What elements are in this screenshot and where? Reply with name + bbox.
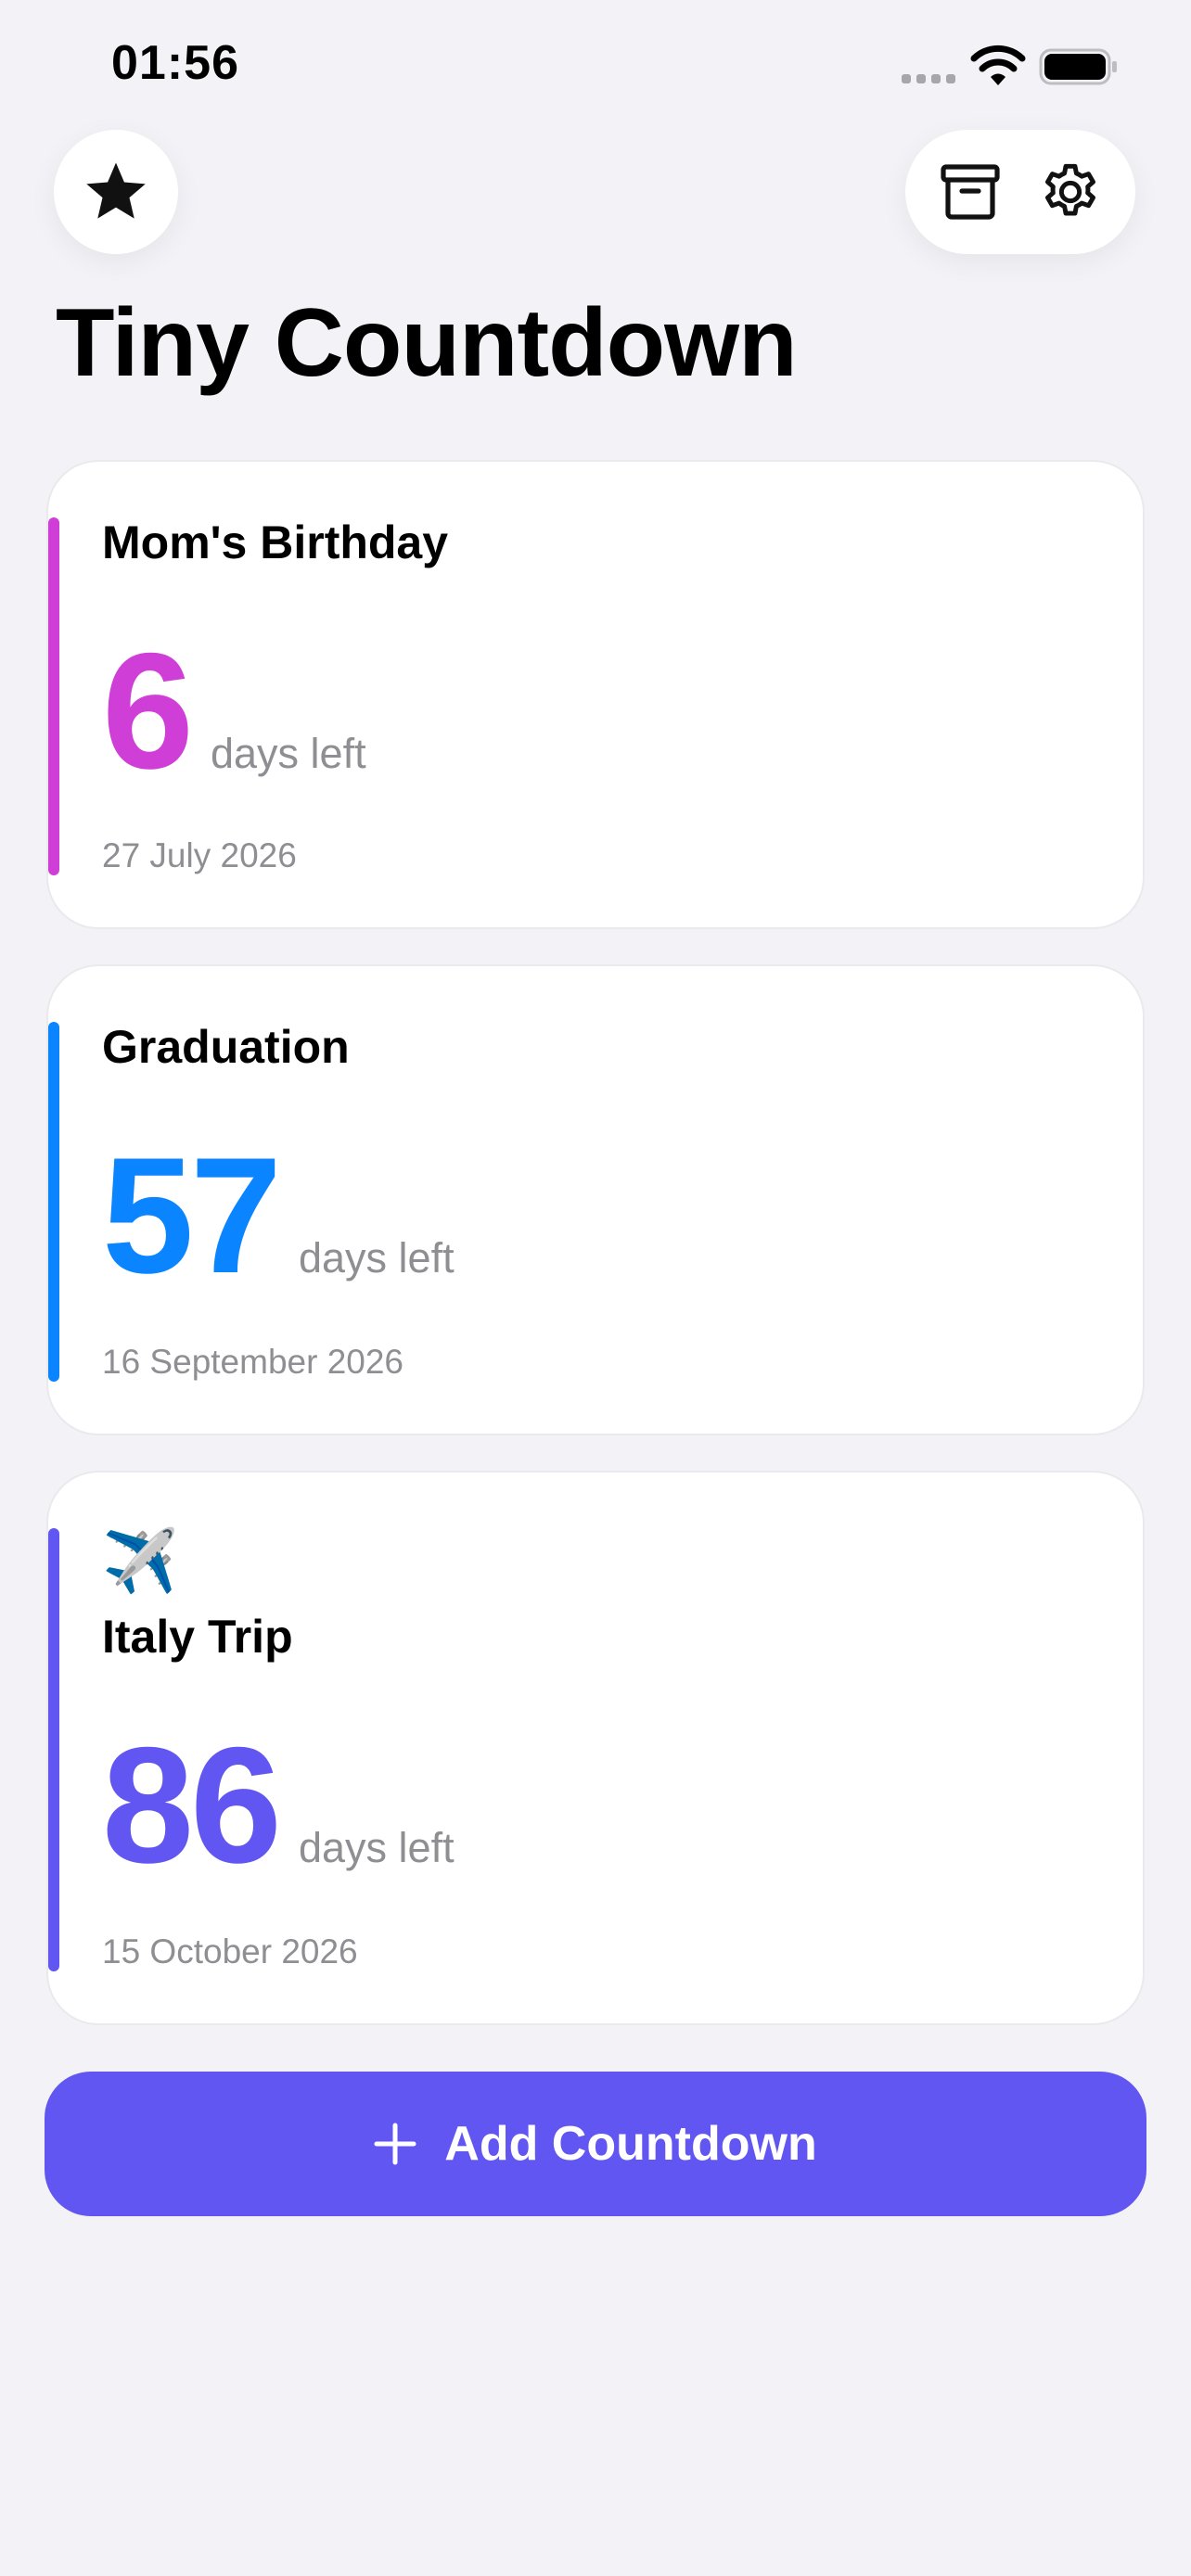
countdown-title: Graduation: [102, 1021, 350, 1073]
add-countdown-label: Add Countdown: [444, 2117, 817, 2171]
status-bar: 01:56: [0, 0, 1191, 139]
days-left-label: days left: [211, 730, 366, 777]
countdown-title: Italy Trip: [102, 1611, 293, 1663]
countdown-date: 16 September 2026: [102, 1343, 404, 1381]
countdown-days: 6: [102, 618, 194, 803]
wifi-icon: [970, 45, 1026, 85]
countdown-date: 27 July 2026: [102, 836, 297, 874]
settings-button[interactable]: [1026, 147, 1115, 236]
star-icon: [86, 162, 146, 219]
toolbar-pill: [905, 130, 1135, 254]
days-left-label: days left: [299, 1824, 455, 1871]
countdown-card[interactable]: Mom's Birthday 6 days left 27 July 2026: [46, 460, 1145, 929]
battery-icon: [1039, 48, 1117, 85]
status-time: 01:56: [111, 36, 239, 90]
days-left-label: days left: [299, 1234, 455, 1282]
plus-icon: [374, 2123, 416, 2165]
countdown-card[interactable]: ✈️ Italy Trip 86 days left 15 October 20…: [46, 1471, 1145, 2025]
countdown-title: Mom's Birthday: [102, 516, 449, 568]
countdown-date: 15 October 2026: [102, 1932, 358, 1970]
favorites-button[interactable]: [54, 130, 178, 254]
gear-icon: [1045, 163, 1095, 216]
card-accent-bar: [48, 1022, 59, 1382]
archive-box-icon: [941, 164, 1000, 220]
airplane-icon: ✈️: [102, 1526, 179, 1595]
countdown-card[interactable]: Graduation 57 days left 16 September 202…: [46, 964, 1145, 1435]
card-accent-bar: [48, 1528, 59, 1971]
card-accent-bar: [48, 517, 59, 875]
page-title: Tiny Countdown: [56, 289, 798, 397]
add-countdown-button[interactable]: Add Countdown: [45, 2072, 1146, 2216]
cellular-signal-icon: [902, 72, 957, 83]
countdown-days: 57: [102, 1123, 282, 1307]
archive-button[interactable]: [926, 147, 1015, 236]
countdown-days: 86: [102, 1713, 282, 1897]
